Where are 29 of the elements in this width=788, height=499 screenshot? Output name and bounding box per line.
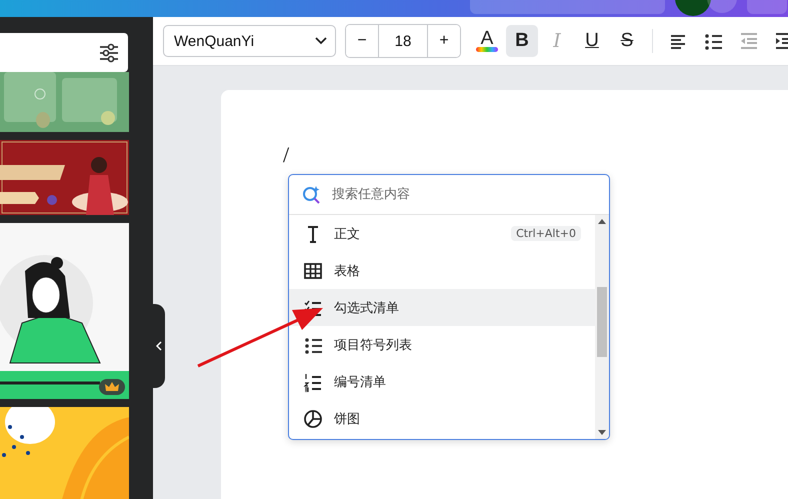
menu-item[interactable]: 表格 xyxy=(289,252,595,289)
menu-item[interactable]: 编号清单 xyxy=(289,363,595,400)
scrollbar-thumb[interactable] xyxy=(597,287,607,357)
chevron-down-icon xyxy=(315,37,327,45)
document-text: / xyxy=(283,142,290,167)
scroll-down-icon[interactable] xyxy=(598,430,606,435)
menu-item[interactable]: 饼图 xyxy=(289,400,595,437)
scrollbar[interactable] xyxy=(595,215,609,439)
menu-item[interactable]: 勾选式清单 xyxy=(289,289,595,326)
underline-button[interactable]: U xyxy=(576,25,608,57)
collapse-handle[interactable] xyxy=(153,304,165,388)
strikethrough-button[interactable]: S xyxy=(611,25,643,57)
scroll-up-icon[interactable] xyxy=(598,219,606,224)
table-icon xyxy=(303,260,323,280)
chevron-left-icon xyxy=(156,341,162,351)
bold-button[interactable]: B xyxy=(506,25,538,57)
filter-icon[interactable] xyxy=(98,42,120,64)
shortcut-hint: Ctrl+Alt+0 xyxy=(511,226,581,241)
outdent-icon xyxy=(738,31,758,51)
numbered-list-icon xyxy=(303,372,323,392)
indent-icon xyxy=(773,31,788,51)
menu-item[interactable]: 正文 Ctrl+Alt+0 xyxy=(289,215,595,252)
menu-item[interactable]: 项目符号列表 xyxy=(289,326,595,363)
crown-icon xyxy=(105,382,119,392)
pie-chart-icon xyxy=(303,408,323,428)
bullet-list-icon xyxy=(703,31,723,51)
text-color-button[interactable]: A xyxy=(471,25,503,57)
font-dropdown[interactable]: WenQuanYi xyxy=(163,25,336,57)
sparkle-search-icon xyxy=(302,184,322,204)
